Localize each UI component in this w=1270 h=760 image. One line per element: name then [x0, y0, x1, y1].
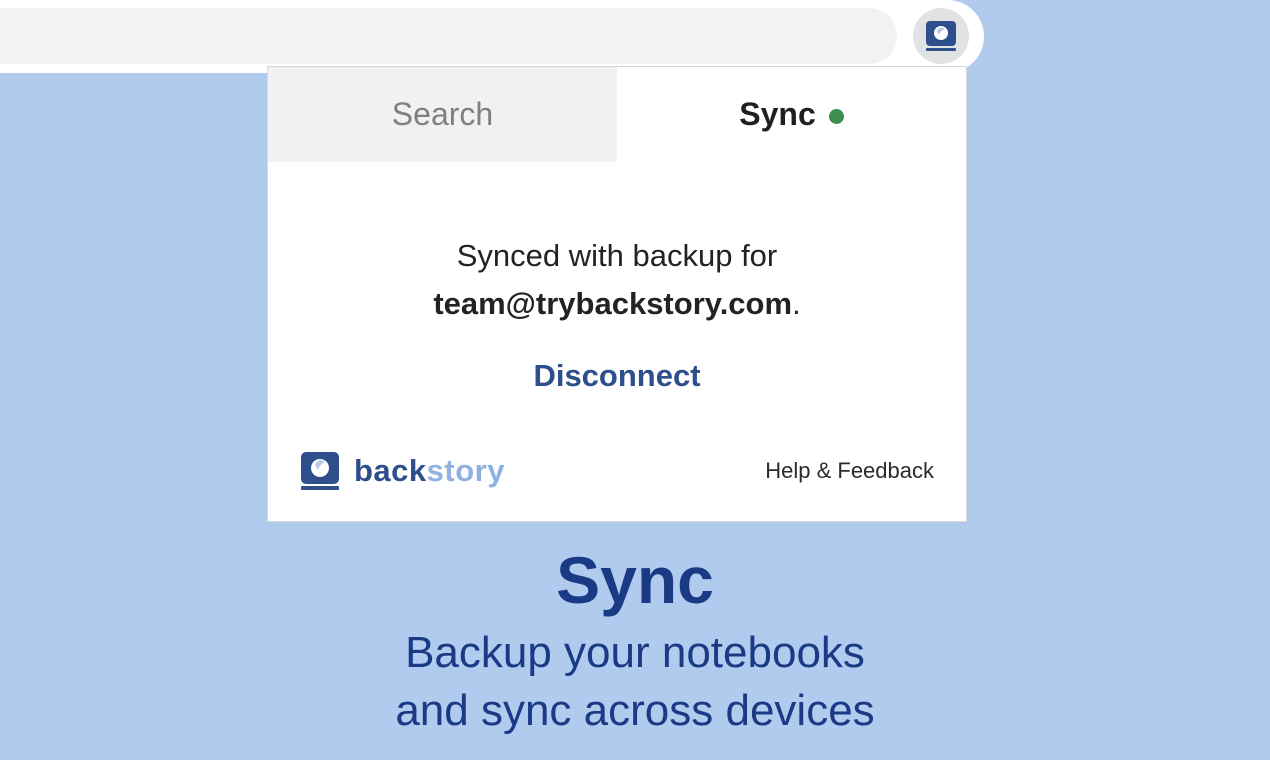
book-icon — [926, 21, 956, 51]
disconnect-button[interactable]: Disconnect — [533, 358, 700, 394]
extension-popup: Search Sync Synced with backup for team@… — [267, 66, 967, 522]
caption-title: Sync — [556, 543, 714, 617]
sync-status-dot — [828, 109, 844, 124]
popup-footer: backstory Help & Feedback — [300, 448, 934, 494]
tab-search-label: Search — [391, 96, 494, 132]
brand-wordmark: backstory — [354, 453, 505, 489]
brand-wordmark-back: back — [354, 453, 427, 488]
help-feedback-link[interactable]: Help & Feedback — [765, 458, 934, 484]
brand-logo[interactable]: backstory — [300, 451, 505, 491]
brand-wordmark-story: story — [426, 453, 505, 488]
caption-subtitle-line-1: Backup your notebooks — [405, 628, 865, 677]
caption-subtitle-line-2: and sync across devices — [395, 686, 875, 735]
synced-text: Synced with backup for — [456, 238, 778, 273]
caption-subtitle: Backup your notebooks and sync across de… — [0, 624, 1270, 740]
account-email: team@trybackstory.com — [433, 286, 793, 321]
book-icon — [301, 452, 339, 490]
address-bar[interactable] — [0, 8, 897, 64]
email-suffix: . — [792, 286, 801, 321]
extension-button[interactable] — [913, 8, 969, 64]
tab-bar: Search Sync — [268, 67, 966, 162]
email-line: team@trybackstory.com. — [268, 280, 966, 328]
tab-sync-label: Sync — [739, 96, 816, 132]
sync-panel: Synced with backup for team@trybackstory… — [268, 162, 966, 394]
browser-toolbar — [0, 0, 984, 73]
tab-search[interactable]: Search — [268, 67, 617, 162]
tab-sync[interactable]: Sync — [617, 67, 966, 162]
